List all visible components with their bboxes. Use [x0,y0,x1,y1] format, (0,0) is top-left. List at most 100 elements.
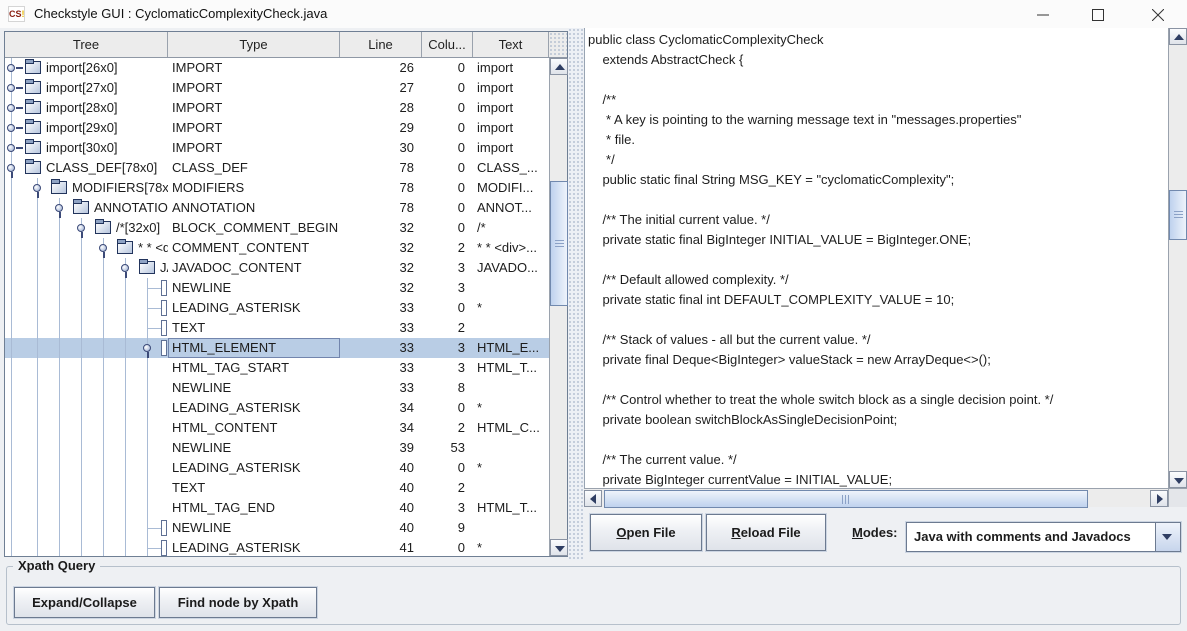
column-header-text[interactable]: Text [473,32,549,57]
dropdown-arrow-button[interactable] [1155,523,1180,551]
tree-table-row[interactable]: TEXT402 [5,478,549,498]
expand-handle-expanded[interactable] [55,204,63,212]
expand-handle-collapsed[interactable] [7,64,15,72]
expand-handle-collapsed[interactable] [7,124,15,132]
tree-vertical-scrollbar[interactable] [549,58,567,556]
tree-table-row[interactable]: * * <div>...COMMENT_CONTENT322* * <div>.… [5,238,549,258]
tree-cell [5,458,168,478]
maximize-button[interactable] [1075,0,1121,28]
column-cell: 0 [422,78,473,98]
tree-table-row[interactable]: import[27x0]IMPORT270import [5,78,549,98]
scroll-left-button[interactable] [584,490,602,507]
type-cell: LEADING_ASTERISK [168,398,340,418]
tree-table-row[interactable]: NEWLINE409 [5,518,549,538]
tree-line [37,418,38,438]
scrollbar-thumb[interactable] [604,490,1088,508]
close-button[interactable] [1135,0,1181,28]
document-icon [161,340,167,356]
text-cell [473,278,549,298]
tree-table-row[interactable]: HTML_TAG_END403HTML_T... [5,498,549,518]
expand-handle-collapsed[interactable] [7,104,15,112]
find-node-by-xpath-button[interactable]: Find node by Xpath [159,587,317,618]
tree-line [103,358,104,378]
arrow-left-icon [590,494,596,504]
tree-table-row[interactable]: HTML_TAG_START333HTML_T... [5,358,549,378]
expand-collapse-button[interactable]: Expand/Collapse [14,587,155,618]
modes-dropdown[interactable]: Java with comments and Javadocs [906,522,1181,552]
tree-line [11,398,12,418]
tree-table-row[interactable]: import[30x0]IMPORT300import [5,138,549,158]
tree-line [37,238,38,258]
code-vertical-scrollbar[interactable] [1168,28,1187,488]
column-header-colu[interactable]: Colu... [422,32,473,57]
scroll-up-button[interactable] [1169,28,1187,45]
scroll-right-button[interactable] [1150,490,1168,507]
tree-line [59,518,60,538]
expand-handle-expanded[interactable] [99,244,107,252]
tree-cell: ANNOTATION[78x0] [5,198,168,218]
tree-table-row[interactable]: import[29x0]IMPORT290import [5,118,549,138]
column-header-type[interactable]: Type [168,32,340,57]
scrollbar-thumb[interactable] [1169,190,1187,240]
tree-line [103,278,104,298]
tree-table-row[interactable]: MODIFIERS[78x0]MODIFIERS780MODIFI... [5,178,549,198]
tree-table-row[interactable]: HTML_CONTENT342HTML_C... [5,418,549,438]
column-cell: 0 [422,178,473,198]
tree-cell [5,358,168,378]
tree-table-row[interactable]: LEADING_ASTERISK410* [5,538,549,556]
text-cell: import [473,98,549,118]
reload-file-button[interactable]: Reload File [706,514,826,551]
tree-line [59,538,60,556]
tree-table-row[interactable]: NEWLINE3953 [5,438,549,458]
tree-table-row[interactable]: CLASS_DEF[78x0]CLASS_DEF780CLASS_... [5,158,549,178]
tree-table-row[interactable]: NEWLINE338 [5,378,549,398]
expand-handle-expanded[interactable] [33,184,41,192]
expand-handle-expanded[interactable] [77,224,85,232]
tree-table-row[interactable]: JAVADOC_CONTENT[32x3]JAVADOC_CONTENT323J… [5,258,549,278]
column-cell: 3 [422,498,473,518]
tree-cell: import[27x0] [5,78,168,98]
text-cell: * * <div>... [473,238,549,258]
folder-icon [51,181,67,194]
tree-table-row[interactable]: TEXT332 [5,318,549,338]
tree-line [103,318,104,338]
type-cell: BLOCK_COMMENT_BEGIN [168,218,340,238]
expand-handle-collapsed[interactable] [7,144,15,152]
column-header-tree[interactable]: Tree [5,32,168,57]
split-pane-divider[interactable] [568,28,584,560]
tree-table-row[interactable]: import[26x0]IMPORT260import [5,58,549,78]
expand-handle-expanded[interactable] [143,344,151,352]
tree-table-row[interactable]: /*[32x0]BLOCK_COMMENT_BEGIN320/* [5,218,549,238]
tree-table-row[interactable]: LEADING_ASTERISK330* [5,298,549,318]
scroll-down-button[interactable] [1169,471,1187,488]
tree-line [103,378,104,398]
scroll-up-button[interactable] [550,58,568,75]
tree-table-row[interactable]: LEADING_ASTERISK340* [5,398,549,418]
code-horizontal-scrollbar[interactable] [584,488,1168,507]
open-file-button[interactable]: Open File [590,514,702,551]
tree-table-row[interactable]: LEADING_ASTERISK400* [5,458,549,478]
expand-handle-expanded[interactable] [7,164,15,172]
scrollbar-thumb[interactable] [550,181,568,306]
text-cell [473,518,549,538]
source-code-panel[interactable]: public class CyclomaticComplexityCheck e… [584,28,1168,488]
expand-handle-collapsed[interactable] [7,84,15,92]
tree-table-row[interactable]: import[28x0]IMPORT280import [5,98,549,118]
column-header-line[interactable]: Line [340,32,422,57]
tree-line [37,498,38,518]
column-cell: 0 [422,58,473,78]
tree-table-row[interactable]: NEWLINE323 [5,278,549,298]
tree-table-row[interactable]: HTML_ELEMENT[33x3]HTML_ELEMENT333HTML_E.… [5,338,549,358]
xpath-group-title: Xpath Query [13,558,100,573]
expand-handle-expanded[interactable] [121,264,129,272]
tree-line [81,358,82,378]
line-cell: 28 [340,98,422,118]
minimize-button[interactable] [1020,0,1066,28]
line-cell: 32 [340,218,422,238]
tree-line [37,298,38,318]
tree-line [147,438,148,458]
tree-cell [5,378,168,398]
tree-table-row[interactable]: ANNOTATION[78x0]ANNOTATION780ANNOT... [5,198,549,218]
scroll-down-button[interactable] [550,539,568,556]
folder-icon [25,121,41,134]
